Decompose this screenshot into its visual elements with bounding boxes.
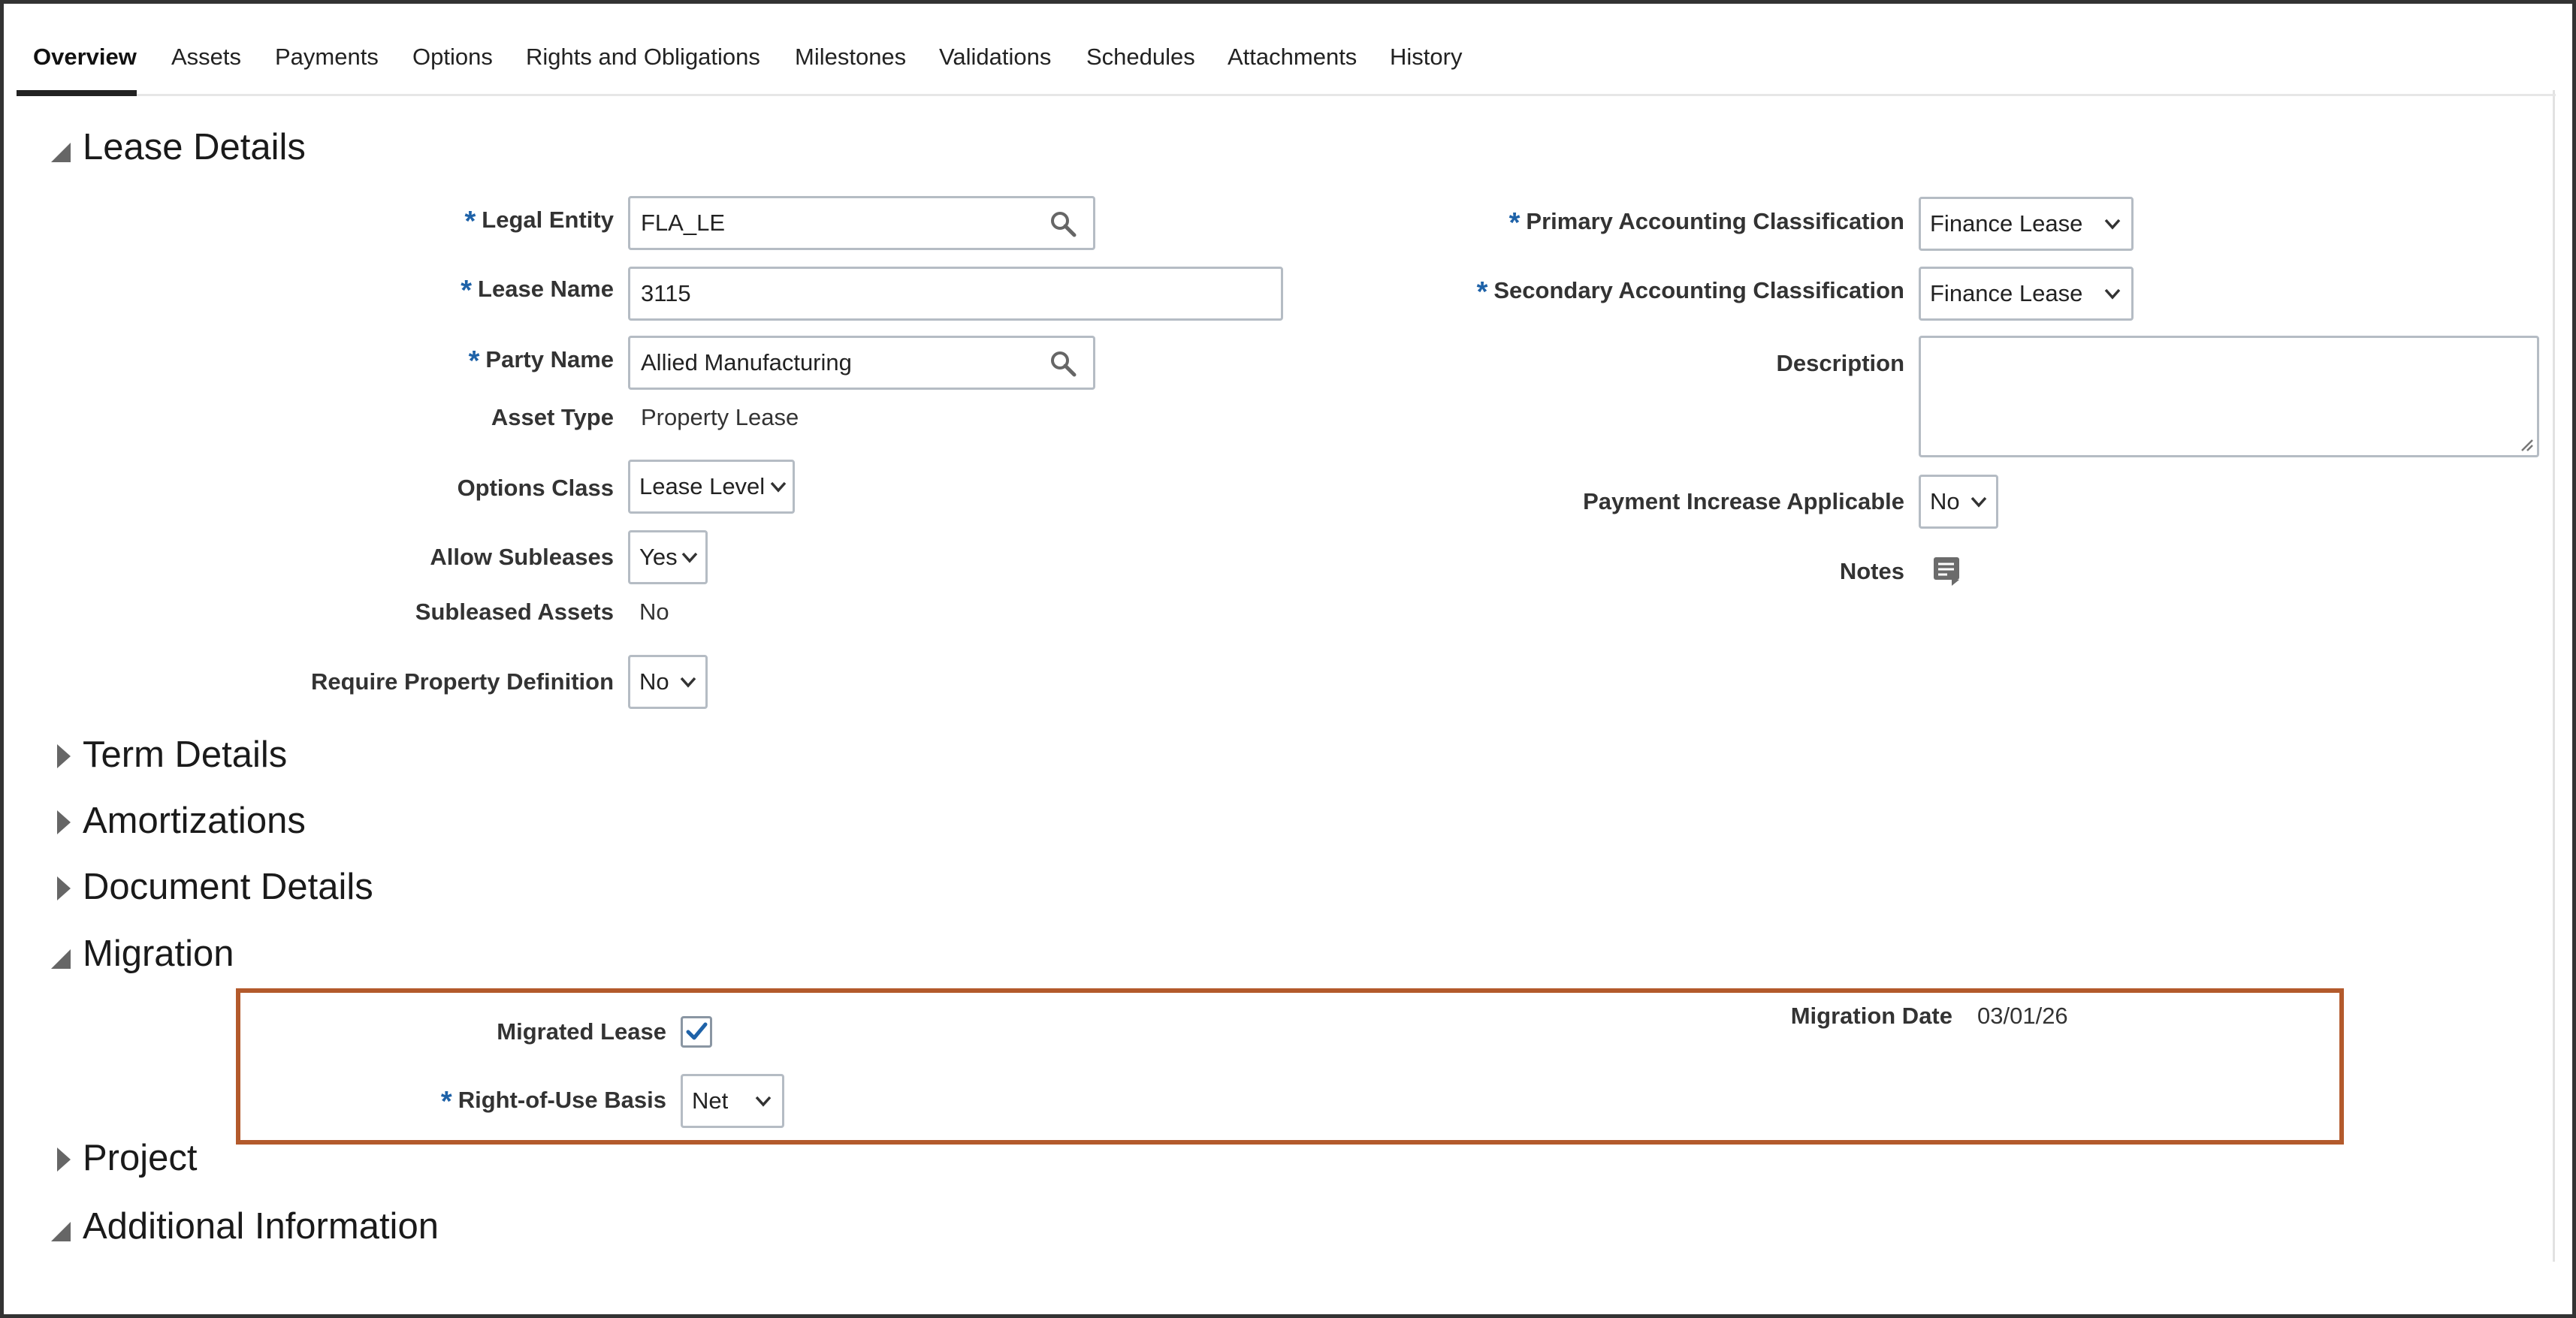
section-title: Document Details bbox=[83, 867, 373, 907]
resize-handle-icon[interactable] bbox=[2517, 436, 2534, 452]
section-additional-information[interactable]: Additional Information bbox=[50, 1204, 439, 1249]
required-marker: * bbox=[1476, 276, 1488, 308]
tab-schedules[interactable]: Schedules bbox=[1086, 36, 1195, 96]
tab-payments[interactable]: Payments bbox=[275, 36, 379, 96]
search-icon[interactable] bbox=[1049, 210, 1077, 237]
search-icon[interactable] bbox=[1049, 350, 1077, 377]
section-title: Project bbox=[83, 1138, 198, 1178]
triangle-right-icon bbox=[50, 798, 83, 843]
description-textarea[interactable] bbox=[1919, 336, 2539, 457]
migrated-lease-checkbox[interactable] bbox=[681, 1016, 712, 1048]
migrated-lease-label: Migrated Lease bbox=[497, 1018, 666, 1045]
section-title: Lease Details bbox=[83, 127, 306, 167]
section-title: Migration bbox=[83, 933, 234, 974]
asset-type-label: Asset Type bbox=[491, 404, 614, 430]
section-title: Amortizations bbox=[83, 801, 306, 841]
section-document-details[interactable]: Document Details bbox=[50, 864, 373, 909]
primary-accounting-label: * Primary Accounting Classification bbox=[1508, 207, 1904, 239]
section-title: Term Details bbox=[83, 734, 288, 775]
payment-increase-value: No bbox=[1930, 488, 1960, 514]
chevron-down-icon bbox=[680, 677, 696, 688]
required-marker: * bbox=[1508, 207, 1521, 239]
section-project[interactable]: Project bbox=[50, 1136, 198, 1181]
chevron-down-icon bbox=[770, 481, 787, 493]
section-lease-details[interactable]: Lease Details bbox=[50, 125, 306, 170]
tab-assets[interactable]: Assets bbox=[171, 36, 241, 96]
triangle-down-icon bbox=[50, 931, 83, 976]
tab-milestones[interactable]: Milestones bbox=[795, 36, 906, 96]
triangle-down-icon bbox=[50, 125, 83, 170]
tab-options[interactable]: Options bbox=[412, 36, 493, 96]
required-marker: * bbox=[461, 275, 473, 306]
triangle-down-icon bbox=[50, 1204, 83, 1249]
subleased-assets-value: No bbox=[639, 599, 669, 625]
required-marker: * bbox=[464, 206, 476, 237]
description-label: Description bbox=[1776, 350, 1904, 376]
rou-basis-value: Net bbox=[692, 1087, 729, 1114]
require-property-definition-select[interactable]: No bbox=[628, 655, 708, 709]
migration-date-value: 03/01/26 bbox=[1977, 1003, 2068, 1029]
section-term-details[interactable]: Term Details bbox=[50, 732, 287, 777]
chevron-down-icon bbox=[2104, 288, 2121, 300]
secondary-accounting-label: * Secondary Accounting Classification bbox=[1476, 276, 1904, 308]
primary-accounting-value: Finance Lease bbox=[1930, 210, 2083, 237]
chevron-down-icon bbox=[755, 1096, 772, 1107]
tab-overview[interactable]: Overview bbox=[17, 36, 137, 96]
section-amortizations[interactable]: Amortizations bbox=[50, 798, 306, 843]
legal-entity-value: FLA_LE bbox=[641, 210, 726, 236]
options-class-value: Lease Level bbox=[639, 473, 766, 499]
primary-accounting-select[interactable]: Finance Lease bbox=[1919, 197, 2134, 251]
secondary-accounting-select[interactable]: Finance Lease bbox=[1919, 267, 2134, 321]
subleased-assets-label: Subleased Assets bbox=[415, 599, 614, 625]
section-migration[interactable]: Migration bbox=[50, 931, 234, 976]
party-name-input[interactable]: Allied Manufacturing bbox=[628, 336, 1095, 390]
tab-rights-and-obligations[interactable]: Rights and Obligations bbox=[526, 36, 760, 96]
payment-increase-select[interactable]: No bbox=[1919, 475, 1998, 529]
tab-history[interactable]: History bbox=[1390, 36, 1462, 96]
triangle-right-icon bbox=[50, 732, 83, 777]
required-marker: * bbox=[440, 1086, 452, 1117]
legal-entity-label: * Legal Entity bbox=[464, 206, 615, 237]
legal-entity-input[interactable]: FLA_LE bbox=[628, 196, 1095, 250]
notes-label: Notes bbox=[1839, 558, 1904, 584]
tab-validations[interactable]: Validations bbox=[939, 36, 1051, 96]
allow-subleases-select[interactable]: Yes bbox=[628, 530, 708, 584]
chevron-down-icon bbox=[2104, 219, 2121, 230]
secondary-accounting-value: Finance Lease bbox=[1930, 280, 2083, 306]
migration-date-label: Migration Date bbox=[1790, 1003, 1952, 1029]
options-class-select[interactable]: Lease Level bbox=[628, 460, 795, 514]
note-icon[interactable] bbox=[1932, 556, 1962, 586]
party-name-label: * Party Name bbox=[468, 345, 614, 377]
asset-type-value: Property Lease bbox=[641, 404, 799, 430]
chevron-down-icon bbox=[1971, 496, 1987, 508]
allow-subleases-label: Allow Subleases bbox=[430, 544, 614, 570]
options-class-label: Options Class bbox=[457, 475, 614, 501]
require-property-definition-value: No bbox=[639, 668, 669, 695]
rou-basis-label: * Right-of-Use Basis bbox=[440, 1086, 666, 1117]
required-marker: * bbox=[468, 345, 480, 377]
allow-subleases-value: Yes bbox=[639, 544, 678, 570]
lease-name-input[interactable]: 3115 bbox=[628, 267, 1283, 321]
checkmark-icon bbox=[686, 1022, 708, 1040]
scroll-rail[interactable] bbox=[2553, 90, 2555, 1262]
tab-attachments[interactable]: Attachments bbox=[1228, 36, 1357, 96]
lease-name-label: * Lease Name bbox=[461, 275, 614, 306]
require-property-definition-label: Require Property Definition bbox=[310, 668, 614, 695]
chevron-down-icon bbox=[681, 552, 698, 563]
lease-name-value: 3115 bbox=[641, 280, 691, 306]
party-name-value: Allied Manufacturing bbox=[641, 349, 852, 375]
tab-bar: Overview Assets Payments Options Rights … bbox=[17, 36, 2556, 96]
section-title: Additional Information bbox=[83, 1206, 439, 1247]
rou-basis-select[interactable]: Net bbox=[681, 1074, 784, 1128]
payment-increase-label: Payment Increase Applicable bbox=[1583, 488, 1904, 514]
triangle-right-icon bbox=[50, 864, 83, 909]
triangle-right-icon bbox=[50, 1136, 83, 1181]
